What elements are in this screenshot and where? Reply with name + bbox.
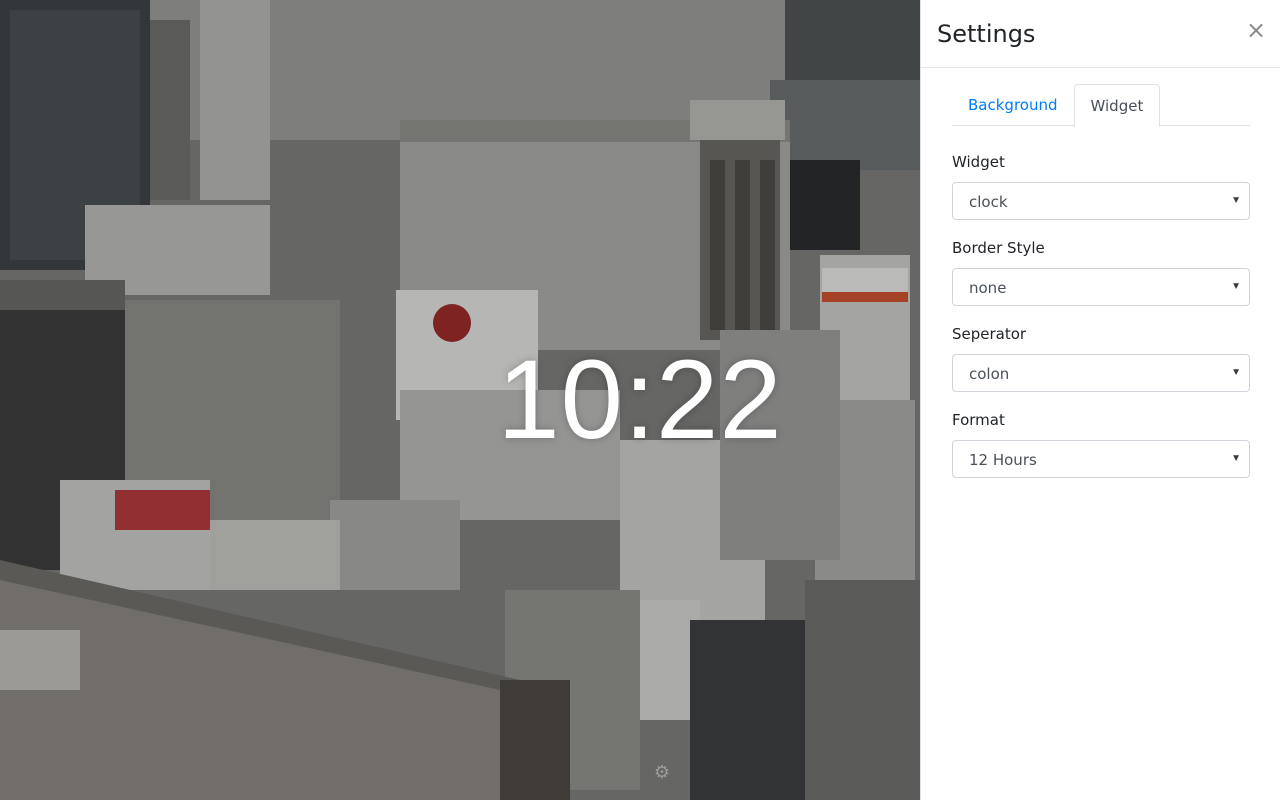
separator-label: Seperator: [952, 325, 1027, 343]
chevron-down-icon: ▼: [1231, 195, 1241, 206]
tab-background[interactable]: Background: [952, 84, 1074, 126]
widget-settings-form: Widget clock ▼ Border Style none ▼ Seper…: [952, 150, 1250, 494]
widget-label: Widget: [952, 153, 1005, 171]
format-select-value: 12 Hours: [969, 451, 1037, 469]
format-label: Format: [952, 411, 1005, 429]
separator-field: Seperator colon ▼: [952, 322, 1250, 392]
widget-field: Widget clock ▼: [952, 150, 1250, 220]
border-style-select-value: none: [969, 279, 1007, 297]
format-field: Format 12 Hours ▼: [952, 408, 1250, 478]
settings-tabs: Background Widget: [952, 84, 1250, 127]
separator-select[interactable]: colon ▼: [952, 354, 1250, 392]
border-style-select[interactable]: none ▼: [952, 268, 1250, 306]
settings-panel: Settings × Background Widget Widget cloc…: [920, 0, 1280, 800]
chevron-down-icon: ▼: [1231, 367, 1241, 378]
settings-header: Settings ×: [921, 0, 1280, 68]
settings-title: Settings: [937, 20, 1036, 48]
border-style-label: Border Style: [952, 239, 1045, 257]
border-style-field: Border Style none ▼: [952, 236, 1250, 306]
separator-select-value: colon: [969, 365, 1010, 383]
widget-select-value: clock: [969, 193, 1008, 211]
close-icon[interactable]: ×: [1244, 16, 1268, 44]
tab-widget[interactable]: Widget: [1073, 84, 1161, 127]
format-select[interactable]: 12 Hours ▼: [952, 440, 1250, 478]
gear-icon[interactable]: ⚙: [652, 762, 672, 782]
widget-select[interactable]: clock ▼: [952, 182, 1250, 220]
chevron-down-icon: ▼: [1231, 453, 1241, 464]
chevron-down-icon: ▼: [1231, 281, 1241, 292]
